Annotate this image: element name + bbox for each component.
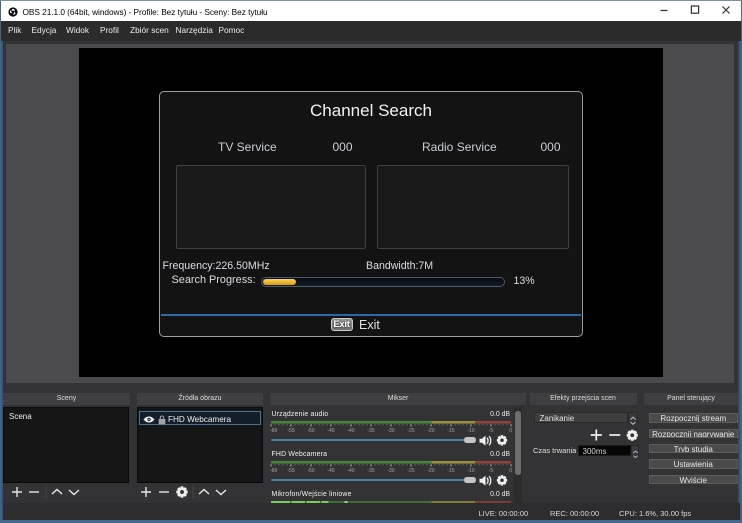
svg-text:-25: -25 [407,468,414,474]
svg-text:-15: -15 [447,428,454,434]
svg-text:-35: -35 [367,428,374,434]
svg-text:-45: -45 [327,428,334,434]
svg-text:-45: -45 [327,468,334,474]
svg-text:-20: -20 [427,468,434,474]
svg-text:0: 0 [509,428,512,434]
svg-text:0: 0 [509,468,512,474]
svg-text:-5: -5 [489,428,494,434]
svg-text:-15: -15 [447,468,454,474]
svg-text:-60: -60 [270,428,277,434]
svg-text:-30: -30 [387,428,394,434]
svg-text:-50: -50 [307,428,314,434]
svg-text:-40: -40 [347,428,354,434]
svg-text:-20: -20 [427,428,434,434]
svg-text:-10: -10 [467,468,474,474]
svg-text:-60: -60 [270,468,277,474]
svg-text:-25: -25 [407,428,414,434]
svg-text:-50: -50 [307,468,314,474]
svg-text:-55: -55 [287,468,294,474]
svg-text:-30: -30 [387,468,394,474]
svg-text:-55: -55 [287,428,294,434]
svg-text:-10: -10 [467,428,474,434]
svg-text:-35: -35 [367,468,374,474]
svg-text:-5: -5 [489,468,494,474]
svg-text:-40: -40 [347,468,354,474]
